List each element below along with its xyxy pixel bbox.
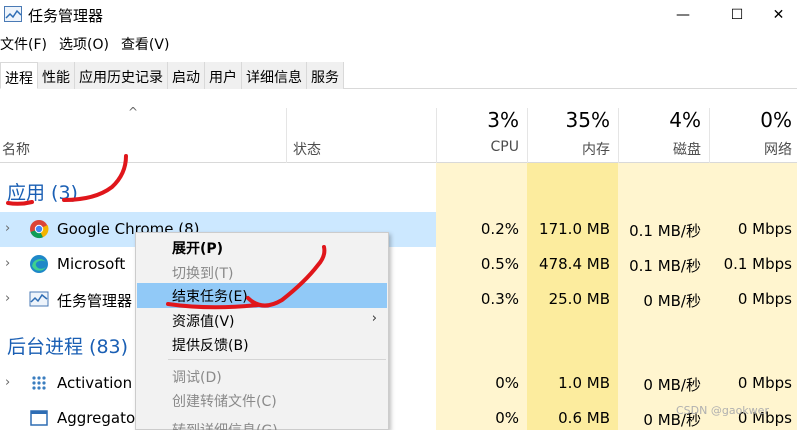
memory-value: 171.0 MB [539, 220, 610, 238]
menu-separator [168, 359, 386, 360]
close-button[interactable]: ✕ [760, 0, 797, 30]
network-percent: 0% [760, 108, 792, 132]
process-row[interactable]: › Microsoft 0.5% 478.4 MB 0.1 MB/秒 0.1 M… [0, 247, 797, 282]
menu-item-debug[interactable]: 调试(D) [137, 364, 387, 389]
group-header-apps[interactable]: 应用 (3) [0, 168, 797, 214]
chevron-right-icon[interactable]: › [5, 291, 10, 306]
network-value: 0.1 Mbps [723, 255, 792, 273]
disk-percent: 4% [669, 108, 701, 132]
column-network-header[interactable]: 网络 [711, 139, 792, 159]
cpu-value: 0% [495, 409, 519, 427]
disk-value: 0.1 MB/秒 [629, 222, 701, 240]
chrome-icon [30, 220, 49, 239]
activation-icon [32, 376, 46, 390]
menu-options[interactable]: 选项(O) [59, 34, 113, 56]
column-separator[interactable] [527, 108, 528, 163]
edge-icon [30, 255, 48, 273]
tab-performance[interactable]: 性能 [38, 62, 75, 89]
tab-strip: 进程 性能 应用历史记录 启动 用户 详细信息 服务 [0, 62, 797, 89]
window-icon [30, 410, 48, 426]
process-name: Microsoft [57, 255, 126, 273]
cpu-value: 0.5% [480, 255, 519, 273]
tab-app-history[interactable]: 应用历史记录 [75, 62, 168, 89]
menu-item-label: 资源值(V) [172, 314, 235, 330]
process-name: Aggregato [57, 409, 136, 427]
memory-value: 25.0 MB [548, 290, 610, 308]
menu-bar: 文件(F) 选项(O) 查看(V) [0, 34, 181, 56]
column-name-header[interactable]: 名称 [2, 139, 30, 159]
task-manager-app-icon [4, 6, 22, 22]
memory-value: 0.6 MB [558, 409, 610, 427]
title-bar: 任务管理器 — ☐ ✕ [0, 0, 797, 30]
network-value: 0 Mbps [737, 290, 792, 308]
chevron-right-icon[interactable]: › [5, 375, 10, 390]
menu-file[interactable]: 文件(F) [0, 34, 51, 56]
column-disk-header[interactable]: 磁盘 [620, 139, 701, 159]
column-separator[interactable] [286, 108, 287, 163]
watermark: CSDN @gaokwer [676, 404, 769, 417]
process-row[interactable]: › Google Chrome (8) 0.2% 171.0 MB 0.1 MB… [0, 212, 797, 247]
column-separator[interactable] [436, 108, 437, 163]
tab-startup[interactable]: 启动 [168, 62, 205, 89]
menu-item-end-task[interactable]: 结束任务(E) [137, 283, 387, 308]
sort-indicator-icon: ^ [128, 105, 139, 119]
column-cpu-header[interactable]: CPU [438, 139, 519, 155]
process-name: 任务管理器 [57, 292, 133, 310]
group-label: 后台进程 (83) [7, 336, 129, 358]
cpu-value: 0.2% [480, 220, 519, 238]
context-menu: 展开(P) 切换到(T) 结束任务(E) 资源值(V) › 提供反馈(B) 调试… [135, 232, 389, 430]
process-row[interactable]: › Activation 0% 1.0 MB 0 MB/秒 0 Mbps [0, 366, 797, 401]
chevron-right-icon[interactable]: › [5, 221, 10, 236]
maximize-button[interactable]: ☐ [714, 0, 760, 30]
column-memory-header[interactable]: 内存 [529, 139, 610, 159]
menu-item-expand[interactable]: 展开(P) [137, 235, 387, 260]
column-status-header[interactable]: 状态 [293, 139, 321, 159]
network-value: 0 Mbps [737, 220, 792, 238]
network-value: 0 Mbps [737, 374, 792, 392]
tab-processes[interactable]: 进程 [0, 62, 38, 89]
cpu-value: 0.3% [480, 290, 519, 308]
process-name: Activation [57, 374, 133, 392]
cpu-percent: 3% [487, 108, 519, 132]
tab-details[interactable]: 详细信息 [242, 62, 307, 89]
memory-value: 478.4 MB [539, 255, 610, 273]
memory-percent: 35% [565, 108, 610, 132]
menu-view[interactable]: 查看(V) [121, 34, 174, 56]
disk-value: 0.1 MB/秒 [629, 257, 701, 275]
menu-item-switch-to[interactable]: 切换到(T) [137, 260, 387, 285]
cpu-value: 0% [495, 374, 519, 392]
task-manager-icon [29, 291, 49, 307]
process-row[interactable]: › 任务管理器 0.3% 25.0 MB 0 MB/秒 0 Mbps [0, 282, 797, 317]
group-header-background[interactable]: 后台进程 (83) [0, 322, 797, 368]
tab-services[interactable]: 服务 [307, 62, 344, 89]
column-separator[interactable] [709, 108, 710, 163]
disk-value: 0 MB/秒 [643, 292, 701, 310]
menu-item-create-dump[interactable]: 创建转储文件(C) [137, 388, 387, 413]
disk-value: 0 MB/秒 [643, 376, 701, 394]
menu-item-resource-values[interactable]: 资源值(V) › [137, 308, 387, 333]
minimize-button[interactable]: — [660, 0, 706, 30]
window-title: 任务管理器 [28, 7, 104, 25]
memory-value: 1.0 MB [558, 374, 610, 392]
menu-item-feedback[interactable]: 提供反馈(B) [137, 332, 387, 357]
group-label: 应用 (3) [7, 182, 78, 204]
column-separator[interactable] [618, 108, 619, 163]
menu-item-go-to-details[interactable]: 转到详细信息(G) [137, 417, 387, 430]
chevron-right-icon: › [371, 311, 377, 326]
chevron-right-icon[interactable]: › [5, 256, 10, 271]
tab-users[interactable]: 用户 [205, 62, 242, 89]
